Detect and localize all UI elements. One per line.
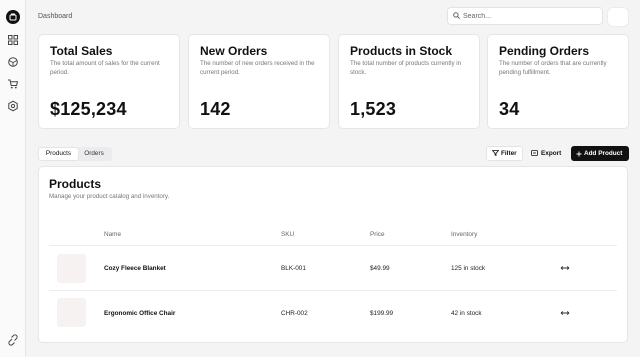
stat-title: Products in Stock: [350, 44, 453, 58]
stat-title: New Orders: [200, 44, 268, 58]
logo[interactable]: [6, 10, 20, 24]
export-label: Export: [541, 150, 562, 157]
product-name: Ergonomic Office Chair: [104, 310, 176, 317]
column-header-sku[interactable]: SKU: [281, 231, 294, 238]
grid-icon[interactable]: [7, 34, 19, 46]
filter-button[interactable]: Filter: [486, 146, 523, 161]
stat-card-products-in-stock: Products in Stock The total number of pr…: [338, 34, 480, 129]
divider: [49, 290, 617, 291]
export-icon: [531, 150, 538, 156]
search-box[interactable]: [447, 7, 603, 25]
more-actions-icon[interactable]: [560, 309, 570, 317]
stat-value: 142: [200, 99, 231, 119]
tab-products[interactable]: Products: [39, 148, 78, 160]
product-inventory: 42 in stock: [451, 310, 482, 317]
link-icon[interactable]: [7, 334, 19, 346]
filter-label: Filter: [501, 150, 517, 157]
stat-description: The total number of products currently i…: [350, 60, 462, 76]
more-actions-icon[interactable]: [560, 264, 570, 272]
export-button[interactable]: Export: [527, 146, 567, 161]
product-sku: BLK-001: [281, 265, 306, 272]
tab-list: Products Orders: [38, 147, 112, 161]
stat-card-pending-orders: Pending Orders The number of orders that…: [487, 34, 629, 129]
plus-icon: [576, 151, 582, 156]
products-panel: Products Manage your product catalog and…: [38, 166, 628, 343]
stat-title: Pending Orders: [499, 44, 590, 58]
product-name: Cozy Fleece Blanket: [104, 265, 166, 272]
stat-value: 34: [499, 99, 520, 119]
divider: [49, 245, 617, 246]
product-price: $199.99: [370, 310, 394, 317]
sidebar: [0, 0, 26, 357]
logo-icon: [9, 13, 17, 21]
cart-icon[interactable]: [7, 78, 19, 90]
stat-title: Total Sales: [50, 44, 113, 58]
stat-description: The number of orders that are currently …: [499, 60, 607, 76]
stat-card-new-orders: New Orders The number of new orders rece…: [188, 34, 330, 129]
product-inventory: 125 in stock: [451, 265, 486, 272]
top-header: Dashboard: [27, 0, 640, 32]
column-header-name[interactable]: Name: [104, 231, 121, 238]
product-thumbnail: [57, 298, 86, 327]
search-icon: [453, 12, 460, 19]
filter-icon: [492, 150, 499, 156]
avatar[interactable]: [607, 7, 629, 27]
settings-icon[interactable]: [7, 100, 19, 112]
product-sku: CHR-002: [281, 310, 308, 317]
column-header-price[interactable]: Price: [370, 231, 385, 238]
panel-subtitle: Manage your product catalog and inventor…: [49, 193, 170, 200]
package-icon[interactable]: [7, 56, 19, 68]
stat-card-total-sales: Total Sales The total amount of sales fo…: [38, 34, 180, 129]
panel-title: Products: [49, 177, 102, 191]
add-product-button[interactable]: Add Product: [571, 146, 629, 161]
breadcrumb[interactable]: Dashboard: [38, 13, 72, 20]
add-product-label: Add Product: [584, 150, 623, 157]
product-thumbnail: [57, 254, 86, 283]
search-input[interactable]: [463, 10, 593, 22]
tab-orders[interactable]: Orders: [78, 148, 110, 160]
stat-value: $125,234: [50, 99, 127, 119]
stat-description: The total amount of sales for the curren…: [50, 60, 160, 76]
stat-value: 1,523: [350, 99, 397, 119]
column-header-inventory[interactable]: Inventory: [451, 231, 477, 238]
stat-description: The number of new orders received in the…: [200, 60, 315, 76]
product-price: $49.99: [370, 265, 390, 272]
